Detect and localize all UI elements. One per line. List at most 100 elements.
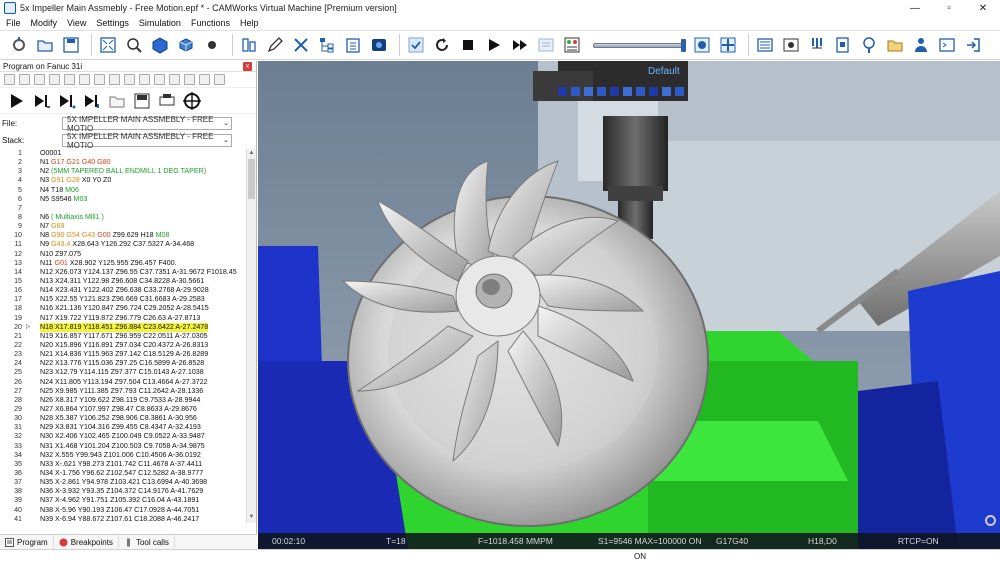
target-icon[interactable] xyxy=(181,90,203,112)
code-line[interactable]: 21 N19 X16.857 Y117.671 Z96.959 C22.0511 … xyxy=(0,332,257,341)
bookmark-icon[interactable] xyxy=(94,74,105,85)
code-line[interactable]: 36 N34 X-1.756 Y96.62 Z102.547 C12.5282 A… xyxy=(0,469,257,478)
code-line[interactable]: 33 N31 X1.468 Y101.204 Z100.503 C9.7058 A… xyxy=(0,442,257,451)
copy-icon[interactable] xyxy=(19,74,30,85)
code-line[interactable]: 6 N5 S9546 M03 xyxy=(0,195,257,204)
code-line[interactable]: 35 N33 X-.621 Y98.273 Z101.742 C11.4678 A… xyxy=(0,460,257,469)
simulation-viewport[interactable]: Default 00:02:10 T=18 F=1018.458 MMPM S1… xyxy=(258,61,1000,549)
tree-icon[interactable] xyxy=(316,34,338,56)
code-line[interactable]: 17 N15 X22.55 Y121.823 Z96.669 C31.6683 A… xyxy=(0,295,257,304)
paste-icon[interactable] xyxy=(34,74,45,85)
stop-icon[interactable] xyxy=(457,34,479,56)
person-icon[interactable] xyxy=(910,34,932,56)
save-icon[interactable] xyxy=(60,34,82,56)
console-icon[interactable] xyxy=(936,34,958,56)
stock-icon[interactable] xyxy=(368,34,390,56)
check-icon[interactable] xyxy=(405,34,427,56)
clipboard-icon[interactable] xyxy=(342,34,364,56)
code-line[interactable]: 15 N13 X24.311 Y122.98 Z96.608 C34.8228 A… xyxy=(0,277,257,286)
number-icon[interactable] xyxy=(199,74,210,85)
goto-icon[interactable] xyxy=(79,74,90,85)
code-line[interactable]: 2 N1 G17 G21 G40 G80 xyxy=(0,158,257,167)
tab-toolcalls[interactable]: Tool calls xyxy=(119,534,175,550)
comment-icon[interactable] xyxy=(169,74,180,85)
gouge-icon[interactable] xyxy=(717,34,739,56)
outdent-icon[interactable] xyxy=(154,74,165,85)
code-line[interactable]: 27 N25 X9.985 Y111.385 Z97.793 C11.2642 A… xyxy=(0,387,257,396)
code-line[interactable]: 23 N21 X14.836 Y115.963 Z97.142 C18.5129 … xyxy=(0,350,257,359)
machine-icon[interactable] xyxy=(238,34,260,56)
zoom-icon[interactable] xyxy=(123,34,145,56)
code-line[interactable]: 31 N29 X3.831 Y104.316 Z99.455 C8.4347 A-… xyxy=(0,423,257,432)
code-line[interactable]: 12 N10 Z97.075 xyxy=(0,250,257,259)
counter-icon[interactable] xyxy=(780,34,802,56)
code-line[interactable]: 40 N38 X-5.96 Y90.193 Z106.47 C17.0928 A-… xyxy=(0,505,257,514)
code-line[interactable]: 3 N2 (5MM TAPERED BALL ENDMILL 1 DEG TAPE… xyxy=(0,167,257,176)
menu-simulation[interactable]: Simulation xyxy=(139,18,181,28)
folder-icon[interactable] xyxy=(884,34,906,56)
code-line[interactable]: 14 N12 X26.073 Y124.137 Z96.55 C37.7351 A… xyxy=(0,268,257,277)
redo-icon[interactable] xyxy=(124,74,135,85)
code-line[interactable]: 18 N16 X21.136 Y120.847 Z96.724 C29.2052 … xyxy=(0,304,257,313)
menu-settings[interactable]: Settings xyxy=(96,18,129,28)
settings-tools-icon[interactable] xyxy=(8,34,30,56)
find-icon[interactable] xyxy=(49,74,60,85)
exit-icon[interactable] xyxy=(962,34,984,56)
step-icon[interactable] xyxy=(31,90,53,112)
scrollbar-thumb[interactable] xyxy=(248,159,255,199)
code-line[interactable]: 7 xyxy=(0,204,257,213)
stack-select[interactable]: 5X IMPELLER MAIN ASSMEBLY - FREE MOTIO ⌄ xyxy=(62,132,232,150)
scroll-down-icon[interactable]: ▼ xyxy=(248,514,255,522)
panel-icon[interactable] xyxy=(754,34,776,56)
open-program-icon[interactable] xyxy=(106,90,128,112)
undo-icon[interactable] xyxy=(109,74,120,85)
code-line[interactable]: 28 N26 X8.317 Y109.622 Z98.119 C9.7533 A-… xyxy=(0,396,257,405)
code-line[interactable]: 41 N39 X-6.94 Y88.672 Z107.61 C18.2088 A-… xyxy=(0,515,257,523)
play-icon[interactable] xyxy=(483,34,505,56)
options-icon[interactable] xyxy=(214,74,225,85)
doc-icon[interactable] xyxy=(832,34,854,56)
code-line[interactable]: 11 N9 G43.4 X28.643 Y126.292 C37.5327 A-3… xyxy=(0,240,257,249)
code-scrollbar[interactable]: ▲ ▼ xyxy=(246,149,256,523)
iso-view-icon[interactable] xyxy=(149,34,171,56)
code-line[interactable]: 8 N6 ( Multiaxis Mill1 ) xyxy=(0,213,257,222)
print-icon[interactable] xyxy=(156,90,178,112)
rewind-icon[interactable] xyxy=(431,34,453,56)
menu-view[interactable]: View xyxy=(67,18,86,28)
code-line[interactable]: 10 N8 G90 G54 G43 G00 Z99.629 H18 M08 xyxy=(0,231,257,240)
menu-help[interactable]: Help xyxy=(240,18,259,28)
panel-close-button[interactable]: x xyxy=(243,62,252,71)
new-icon[interactable] xyxy=(4,74,15,85)
code-line[interactable]: 5 N4 T18 M06 xyxy=(0,186,257,195)
code-line[interactable]: 39 N37 X-4.962 Y91.751 Z105.392 C16.04 A-… xyxy=(0,496,257,505)
tool-holder-icon[interactable] xyxy=(806,34,828,56)
replace-icon[interactable] xyxy=(64,74,75,85)
gear-icon[interactable] xyxy=(985,515,996,526)
minimize-button[interactable]: — xyxy=(898,0,932,16)
report-icon[interactable] xyxy=(535,34,557,56)
code-line[interactable]: 16 N14 X23.431 Y122.402 Z96.638 C33.2768 … xyxy=(0,286,257,295)
code-line[interactable]: 24 N22 X13.776 Y115.036 Z97.25 C16.5899 A… xyxy=(0,359,257,368)
spindle-icon[interactable] xyxy=(858,34,880,56)
menu-modify[interactable]: Modify xyxy=(31,18,58,28)
run-to-cursor-icon[interactable] xyxy=(81,90,103,112)
code-line[interactable]: 37 N35 X-2.861 Y94.978 Z103.421 C13.6994 … xyxy=(0,478,257,487)
menu-functions[interactable]: Functions xyxy=(191,18,230,28)
collision-icon[interactable] xyxy=(691,34,713,56)
code-line[interactable]: 34 N32 X.555 Y99.943 Z101.006 C10.4506 A-… xyxy=(0,451,257,460)
code-line[interactable]: 25 N23 X12.79 Y114.115 Z97.377 C15.0143 A… xyxy=(0,368,257,377)
edit-pen-icon[interactable] xyxy=(264,34,286,56)
code-line[interactable]: 4 N3 G91 G28 X0 Y0 Z0 xyxy=(0,176,257,185)
speed-slider[interactable] xyxy=(593,34,686,56)
open-file-icon[interactable] xyxy=(34,34,56,56)
view-dropdown-icon[interactable] xyxy=(201,34,223,56)
code-line[interactable]: 29 N27 X6.864 Y107.997 Z98.47 C8.8633 A-2… xyxy=(0,405,257,414)
code-line[interactable]: 22 N20 X15.896 Y116.891 Z97.034 C20.4372 … xyxy=(0,341,257,350)
tools-icon[interactable] xyxy=(290,34,312,56)
fast-forward-icon[interactable] xyxy=(509,34,531,56)
file-select[interactable]: 5X IMPELLER MAIN ASSMEBLY - FREE MOTIO ⌄ xyxy=(62,115,232,133)
code-line[interactable]: 38 N36 X-3.932 Y93.35 Z104.372 C14.9176 A… xyxy=(0,487,257,496)
view-cube-icon[interactable] xyxy=(175,34,197,56)
close-button[interactable]: ✕ xyxy=(966,0,1000,16)
zoom-fit-icon[interactable] xyxy=(97,34,119,56)
